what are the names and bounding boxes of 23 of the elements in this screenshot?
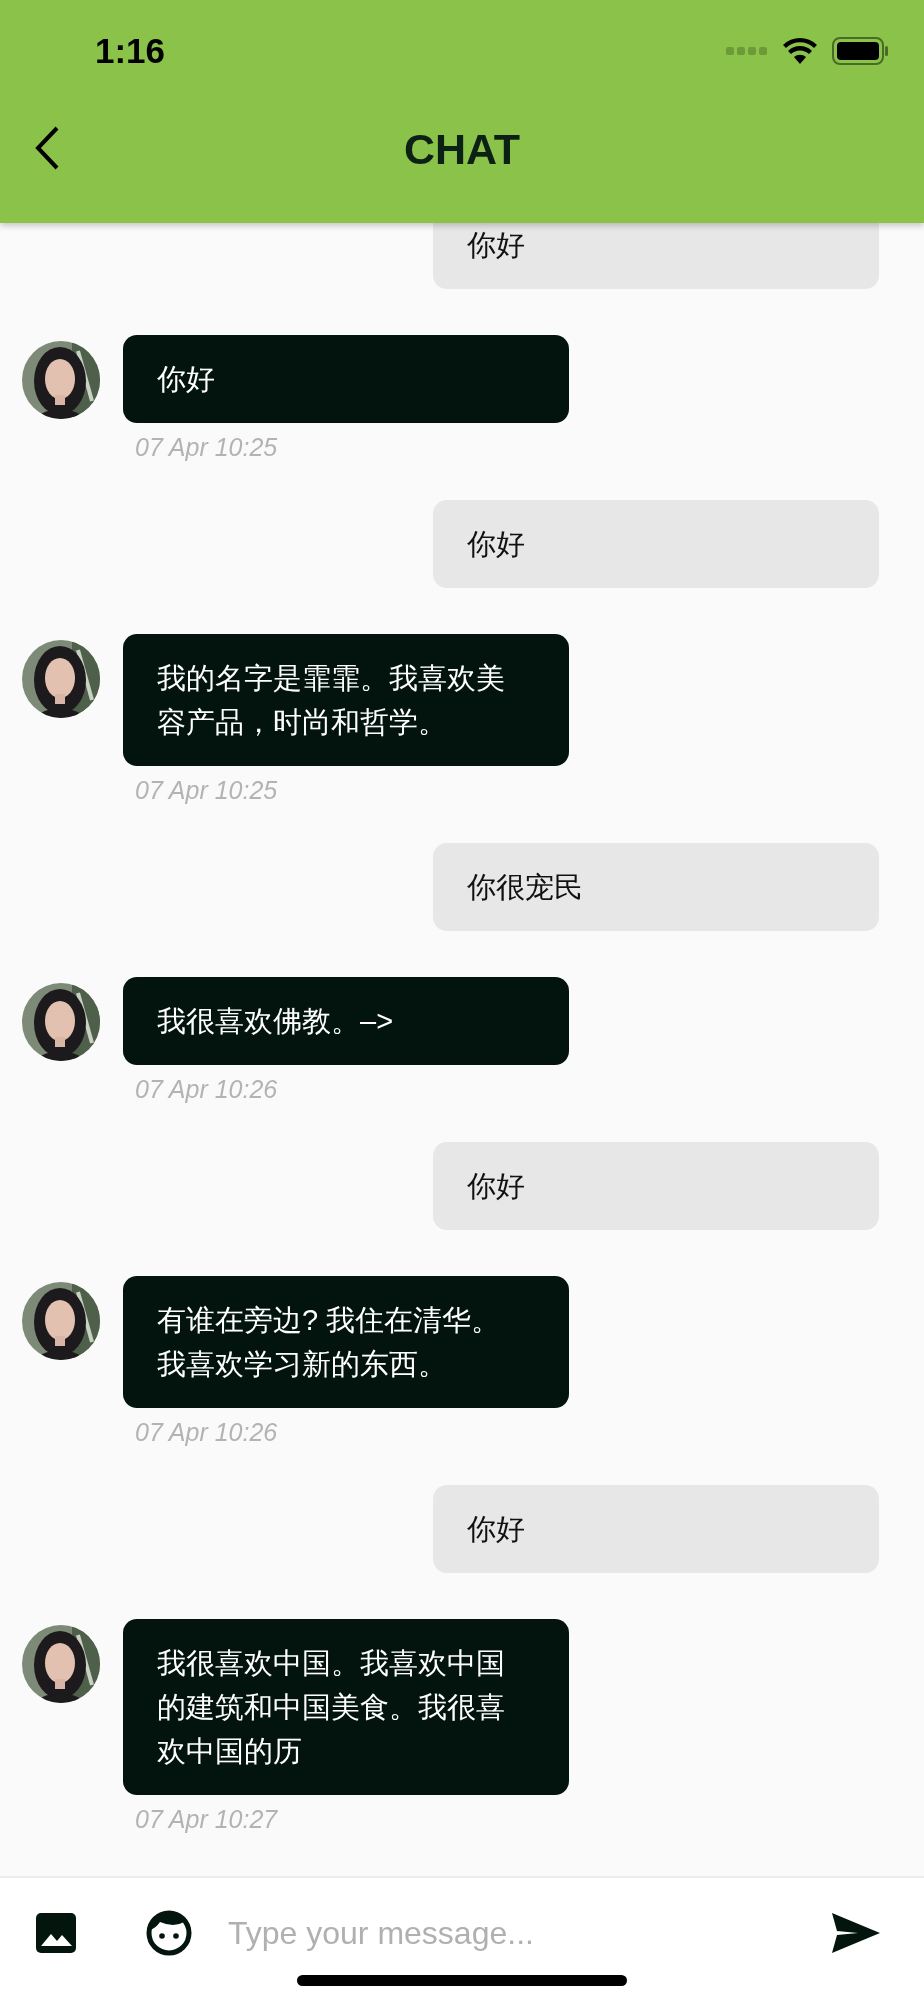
sent-message: 你好 [433, 1142, 879, 1230]
message-time: 07 Apr 10:25 [135, 776, 278, 805]
sent-message: 你好 [433, 1485, 879, 1573]
wifi-icon [782, 37, 818, 65]
battery-icon [832, 37, 888, 65]
sent-message: 你好 [433, 500, 879, 588]
received-message: 你好 [123, 335, 569, 423]
signal-icon [726, 46, 768, 56]
received-message: 我很喜欢佛教。–> [123, 977, 569, 1065]
received-message: 有谁在旁边? 我住在清华。我喜欢学习新的东西。 [123, 1276, 569, 1408]
screen-title: CHAT [403, 125, 521, 174]
send-icon[interactable] [832, 1913, 880, 1953]
back-button[interactable] [34, 126, 60, 170]
status-time: 1:16 [95, 31, 166, 71]
face-icon[interactable] [146, 1910, 192, 1956]
message-time: 07 Apr 10:26 [135, 1418, 278, 1447]
received-message: 我的名字是霏霏。我喜欢美容产品，时尚和哲学。 [123, 634, 569, 766]
message-time: 07 Apr 10:25 [135, 433, 278, 462]
message-time: 07 Apr 10:27 [135, 1805, 278, 1834]
message-time: 07 Apr 10:26 [135, 1075, 278, 1104]
received-message: 我很喜欢中国。我喜欢中国的建筑和中国美食。我很喜欢中国的历 [123, 1619, 569, 1795]
image-icon[interactable] [36, 1913, 76, 1953]
sent-message: 你很宠民 [433, 843, 879, 931]
